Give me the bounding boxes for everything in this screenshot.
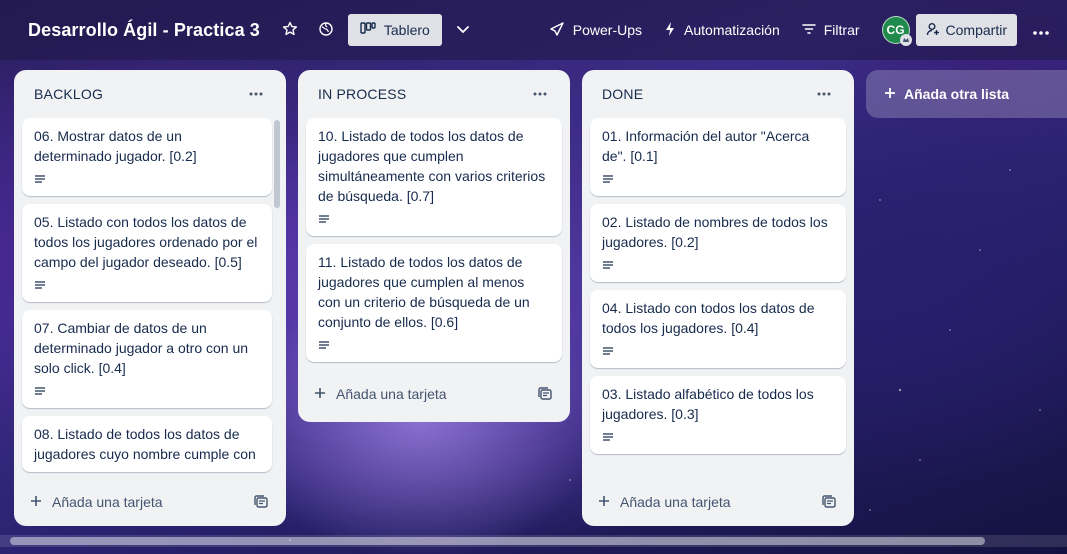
card-title: 03. Listado alfabético de todos los juga… xyxy=(602,386,814,422)
plus-icon xyxy=(30,494,42,510)
description-icon xyxy=(34,172,50,188)
list-menu-button[interactable] xyxy=(244,82,268,106)
add-card-label: Añada una tarjeta xyxy=(52,494,163,510)
add-list-button[interactable]: Añada otra lista xyxy=(866,70,1067,118)
share-label: Compartir xyxy=(945,22,1007,38)
board-scrollbar[interactable] xyxy=(10,537,985,545)
card-list: 01. Información del autor "Acerca de". [… xyxy=(582,118,854,478)
globe-icon xyxy=(318,21,334,40)
card-title: 07. Cambiar de datos de un determinado j… xyxy=(34,320,249,376)
chevron-down-icon xyxy=(456,22,470,38)
more-icon xyxy=(817,92,831,96)
card[interactable]: 10. Listado de todos los datos de jugado… xyxy=(306,118,562,236)
list-title[interactable]: BACKLOG xyxy=(34,86,103,102)
board-menu-button[interactable] xyxy=(1025,14,1057,46)
star-icon xyxy=(282,21,298,40)
description-icon xyxy=(602,430,618,446)
description-icon xyxy=(34,384,50,400)
visibility-button[interactable] xyxy=(312,16,340,44)
list-footer: Añada una tarjeta xyxy=(582,478,854,526)
automation-label: Automatización xyxy=(684,22,780,38)
card-title: 05. Listado con todos los datos de todos… xyxy=(34,214,258,270)
card[interactable]: 04. Listado con todos los datos de todos… xyxy=(590,290,846,368)
list-header: BACKLOG xyxy=(14,70,286,118)
add-card-label: Añada una tarjeta xyxy=(336,386,447,402)
add-card-button[interactable]: Añada una tarjeta xyxy=(598,494,731,510)
description-icon xyxy=(602,172,618,188)
card-list: 10. Listado de todos los datos de jugado… xyxy=(298,118,570,370)
list-title[interactable]: IN PROCESS xyxy=(318,86,406,102)
filter-button[interactable]: Filtrar xyxy=(801,22,860,38)
list-done: DONE 01. Información del autor "Acerca d… xyxy=(582,70,854,526)
admin-badge-icon xyxy=(899,34,912,46)
lightning-icon xyxy=(664,21,676,40)
card[interactable]: 01. Información del autor "Acerca de". [… xyxy=(590,118,846,196)
list-title[interactable]: DONE xyxy=(602,86,643,102)
description-icon xyxy=(34,278,50,294)
card-title: 01. Información del autor "Acerca de". [… xyxy=(602,128,810,164)
rocket-icon xyxy=(549,21,565,40)
card-title: 04. Listado con todos los datos de todos… xyxy=(602,300,815,336)
list-scrollbar[interactable] xyxy=(274,120,280,208)
filter-label: Filtrar xyxy=(823,22,860,38)
plus-icon xyxy=(598,494,610,510)
filter-icon xyxy=(801,22,816,38)
list-header: IN PROCESS xyxy=(298,70,570,118)
board-view-button[interactable]: Tablero xyxy=(347,14,442,46)
card-title: 08. Listado de todos los datos de jugado… xyxy=(34,426,256,462)
list-menu-button[interactable] xyxy=(812,82,836,106)
list-backlog: BACKLOG 06. Mostrar datos de un determin… xyxy=(14,70,286,526)
powerups-label: Power-Ups xyxy=(572,22,643,38)
board-view-label: Tablero xyxy=(383,22,430,38)
add-card-label: Añada una tarjeta xyxy=(620,494,731,510)
list-in-process: IN PROCESS 10. Listado de todos los dato… xyxy=(298,70,570,422)
list-footer: Añada una tarjeta xyxy=(14,478,286,526)
card[interactable]: 07. Cambiar de datos de un determinado j… xyxy=(22,310,272,408)
plus-icon xyxy=(314,386,326,402)
board-header: Desarrollo Ágil - Practica 3 Tablero Pow… xyxy=(0,0,1067,60)
list-footer: Añada una tarjeta xyxy=(298,370,570,418)
share-user-icon xyxy=(926,22,940,39)
avatar[interactable]: CG xyxy=(881,16,912,46)
card[interactable]: 08. Listado de todos los datos de jugado… xyxy=(22,416,272,472)
list-menu-button[interactable] xyxy=(528,82,552,106)
more-icon xyxy=(1033,22,1049,38)
more-icon xyxy=(533,92,547,96)
list-header: DONE xyxy=(582,70,854,118)
card-template-icon[interactable] xyxy=(538,386,554,402)
board-title[interactable]: Desarrollo Ágil - Practica 3 xyxy=(28,20,260,41)
card-template-icon[interactable] xyxy=(254,494,270,510)
card[interactable]: 03. Listado alfabético de todos los juga… xyxy=(590,376,846,454)
plus-icon xyxy=(884,86,896,102)
add-list-label: Añada otra lista xyxy=(904,86,1010,102)
view-switcher-button[interactable] xyxy=(448,15,478,45)
card[interactable]: 11. Listado de todos los datos de jugado… xyxy=(306,244,562,362)
more-icon xyxy=(249,92,263,96)
card-title: 10. Listado de todos los datos de jugado… xyxy=(318,128,546,204)
card[interactable]: 05. Listado con todos los datos de todos… xyxy=(22,204,272,302)
share-button[interactable]: Compartir xyxy=(915,14,1017,46)
automation-button[interactable]: Automatización xyxy=(664,21,780,40)
add-card-button[interactable]: Añada una tarjeta xyxy=(30,494,163,510)
powerups-button[interactable]: Power-Ups xyxy=(549,21,642,40)
card[interactable]: 06. Mostrar datos de un determinado juga… xyxy=(22,118,272,196)
card-title: 02. Listado de nombres de todos los juga… xyxy=(602,214,828,250)
card[interactable]: 02. Listado de nombres de todos los juga… xyxy=(590,204,846,282)
card-title: 06. Mostrar datos de un determinado juga… xyxy=(34,128,197,164)
add-card-button[interactable]: Añada una tarjeta xyxy=(314,386,447,402)
card-list: 06. Mostrar datos de un determinado juga… xyxy=(14,118,286,478)
description-icon xyxy=(602,258,618,274)
description-icon xyxy=(318,212,334,228)
description-icon xyxy=(318,338,334,354)
card-template-icon[interactable] xyxy=(822,494,838,510)
card-title: 11. Listado de todos los datos de jugado… xyxy=(318,254,530,330)
board-icon xyxy=(360,21,376,39)
star-button[interactable] xyxy=(276,16,304,44)
description-icon xyxy=(602,344,618,360)
